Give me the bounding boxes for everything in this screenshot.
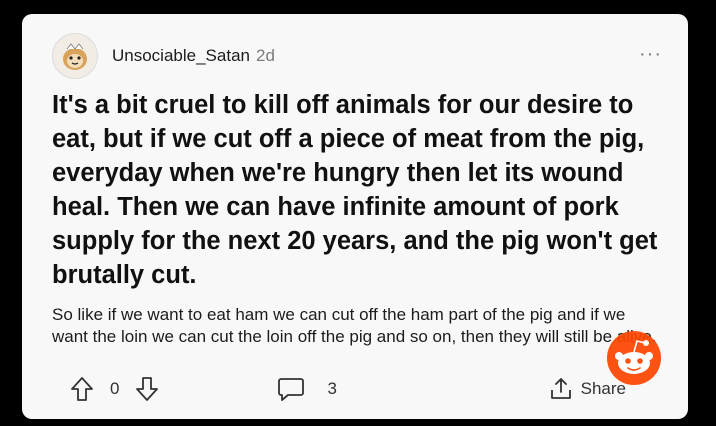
post-username[interactable]: Unsociable_Satan — [112, 46, 250, 66]
post-body: So like if we want to eat ham we can cut… — [52, 305, 657, 346]
comment-bubble-icon — [277, 376, 305, 402]
reddit-snoo-logo — [606, 330, 662, 386]
post-card: Unsociable_Satan 2d ··· It's a bit cruel… — [22, 14, 688, 419]
more-options-icon[interactable]: ··· — [639, 44, 662, 64]
vote-control: 0 — [70, 376, 159, 402]
upvote-arrow-icon[interactable] — [70, 376, 94, 402]
downvote-arrow-icon[interactable] — [135, 376, 159, 402]
post-action-bar: 0 3 Share — [70, 369, 658, 409]
user-avatar-icon[interactable] — [52, 33, 98, 79]
post-age: 2d — [255, 46, 275, 65]
vote-count: 0 — [110, 379, 120, 398]
share-icon — [549, 376, 573, 402]
post-header: Unsociable_Satan 2d ··· — [52, 30, 664, 82]
post-title: It's a bit cruel to kill off animals for… — [52, 91, 658, 289]
comments-button[interactable]: 3 — [277, 376, 352, 402]
comment-count: 3 — [327, 379, 337, 398]
